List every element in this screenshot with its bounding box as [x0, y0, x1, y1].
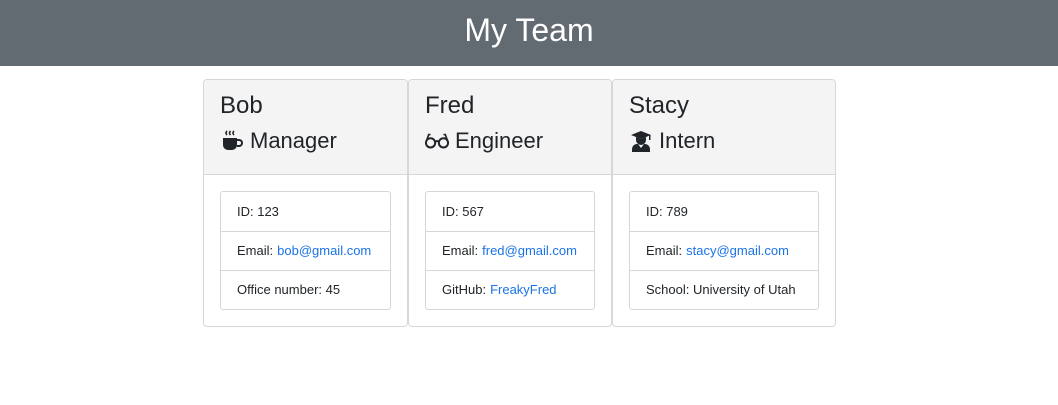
employee-details: ID: 123 Email: bob@gmail.com Office numb… — [220, 191, 391, 310]
card-body: ID: 789 Email: stacy@gmail.com School: U… — [613, 175, 835, 310]
card-header: Stacy Intern — [613, 80, 835, 175]
email-prefix: Email: — [646, 243, 683, 258]
school-text: School: University of Utah — [646, 282, 796, 297]
coffee-icon — [220, 129, 244, 153]
id-item: ID: 123 — [221, 192, 390, 231]
id-item: ID: 567 — [426, 192, 594, 231]
email-link[interactable]: stacy@gmail.com — [686, 243, 789, 259]
id-text: ID: 567 — [442, 203, 484, 219]
card-header: Bob Manager — [204, 80, 407, 175]
employee-name: Fred — [425, 92, 475, 119]
email-item: Email: bob@gmail.com — [221, 231, 390, 270]
email-prefix: Email: — [237, 243, 274, 258]
employee-details: ID: 567 Email: fred@gmail.com GitHub: Fr… — [425, 191, 595, 310]
page-title: My Team — [464, 12, 594, 48]
page-header: My Team — [0, 0, 1058, 66]
employee-details: ID: 789 Email: stacy@gmail.com School: U… — [629, 191, 819, 310]
id-text: ID: 123 — [237, 203, 279, 219]
email-item: Email: fred@gmail.com — [426, 231, 594, 270]
id-text: ID: 789 — [646, 203, 688, 219]
employee-role: Manager — [220, 128, 391, 154]
graduate-icon — [629, 129, 653, 153]
email-prefix: Email: — [442, 243, 479, 258]
employee-card-fred: Fred Engineer ID: 567 Email: fred@gmail.… — [408, 79, 612, 327]
employee-card-bob: Bob Manager ID: 123 Email: bob@gmail.com… — [203, 79, 408, 327]
id-item: ID: 789 — [630, 192, 818, 231]
school-item: School: University of Utah — [630, 270, 818, 309]
employee-name: Stacy — [629, 92, 690, 119]
card-header: Fred Engineer — [409, 80, 611, 175]
card-body: ID: 567 Email: fred@gmail.com GitHub: Fr… — [409, 175, 611, 310]
glasses-icon — [425, 129, 449, 153]
role-label: Engineer — [455, 128, 544, 153]
email-item: Email: stacy@gmail.com — [630, 231, 818, 270]
employee-role: Engineer — [425, 128, 595, 154]
team-cards: Bob Manager ID: 123 Email: bob@gmail.com… — [203, 79, 836, 327]
employee-role: Intern — [629, 128, 819, 154]
office-number-item: Office number: 45 — [221, 270, 390, 309]
employee-card-stacy: Stacy Intern ID: 789 Email: stacy@gmail.… — [612, 79, 836, 327]
github-prefix: GitHub: — [442, 282, 487, 297]
office-number-text: Office number: 45 — [237, 282, 341, 297]
role-label: Intern — [659, 128, 716, 153]
github-link[interactable]: FreakyFred — [490, 282, 556, 298]
email-link[interactable]: fred@gmail.com — [482, 243, 577, 259]
card-body: ID: 123 Email: bob@gmail.com Office numb… — [204, 175, 407, 310]
email-link[interactable]: bob@gmail.com — [277, 243, 371, 259]
github-item: GitHub: FreakyFred — [426, 270, 594, 309]
employee-name: Bob — [220, 92, 263, 119]
role-label: Manager — [250, 128, 337, 153]
